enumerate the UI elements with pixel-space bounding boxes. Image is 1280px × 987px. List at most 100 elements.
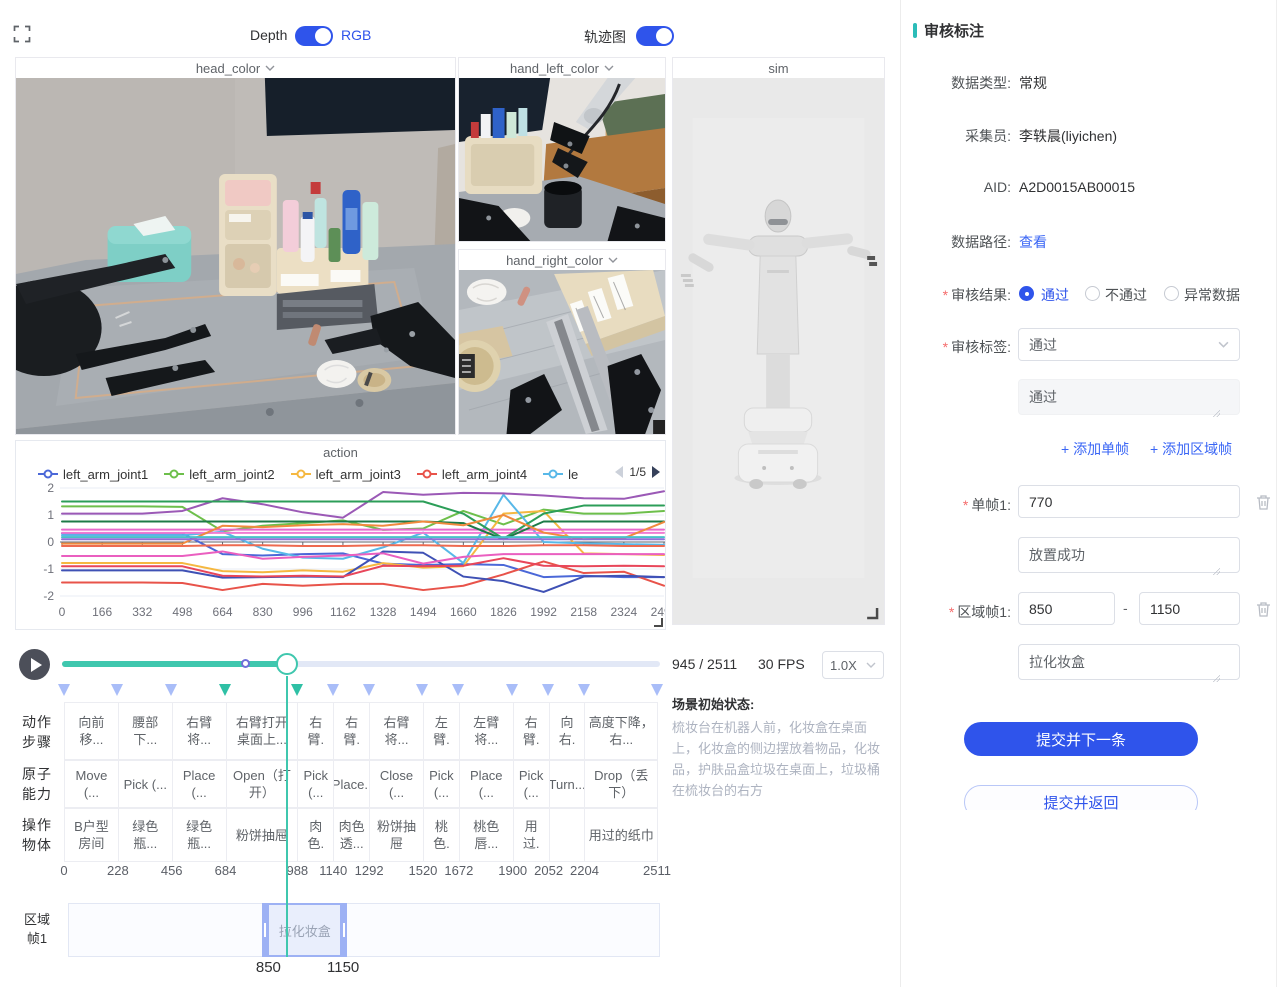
resize-grip-icon[interactable] [1212,409,1220,417]
step-cell[interactable]: 用过. [513,808,550,862]
step-cell[interactable]: 用过的纸巾 [584,808,658,862]
step-cell[interactable]: 右臂. [333,702,370,760]
hand-left-camera-title[interactable]: hand_left_color [459,58,665,78]
playhead-line[interactable] [286,676,288,957]
radio-pass[interactable] [1019,286,1034,301]
step-cell[interactable] [549,808,586,862]
trash-icon[interactable] [1256,494,1271,510]
head-camera-panel: head_color [15,57,456,435]
step-cell[interactable]: 右臂将... [369,702,424,760]
fullscreen-icon[interactable] [13,25,31,43]
step-cell[interactable]: 向右. [549,702,586,760]
step-cell[interactable]: 绿色瓶... [118,808,173,862]
depth-rgb-toggle[interactable] [295,26,333,46]
timeline-marker[interactable] [542,684,554,696]
svg-text:996: 996 [293,605,313,619]
progress-handle[interactable] [276,653,298,675]
play-button[interactable] [19,649,50,680]
step-cell[interactable]: Pick (... [118,760,173,808]
timeline-marker[interactable] [111,684,123,696]
step-cell[interactable]: Turn... [549,760,586,808]
step-cell[interactable]: 桃色唇... [459,808,514,862]
data-path-view-link[interactable]: 查看 [1019,232,1047,252]
timeline-marker[interactable] [363,684,375,696]
resize-grip-icon[interactable] [1212,567,1220,575]
radio-pass-label[interactable]: 通过 [1041,285,1069,305]
data-type-label: 数据类型: [901,73,1011,93]
panel-resize-handle[interactable] [652,616,664,628]
step-cell[interactable]: Close (... [369,760,424,808]
toggle-knob [315,28,331,44]
timeline-marker[interactable] [416,684,428,696]
radio-fail-label[interactable]: 不通过 [1105,285,1147,305]
tag-select[interactable]: 通过 [1018,328,1240,361]
step-cell[interactable]: Drop（丢下） [584,760,658,808]
resize-grip-icon[interactable] [1212,674,1220,682]
step-cell[interactable]: 桃色. [423,808,460,862]
chevron-down-icon [604,65,614,71]
add-single-frame-link[interactable]: + 添加单帧 [1061,439,1129,459]
step-cell[interactable]: Move (... [64,760,119,808]
step-cell[interactable]: 向前移... [64,702,119,760]
timeline-axis-label: 1140 [319,863,347,878]
action-line-chart[interactable]: 210-1-2016633249866483099611621328149416… [16,441,665,629]
trajectory-toggle[interactable] [636,26,674,46]
svg-text:166: 166 [92,605,112,619]
speed-select[interactable]: 1.0X [822,651,884,679]
region-end-input[interactable] [1139,592,1240,625]
step-cell[interactable]: 高度下降，右... [584,702,658,760]
add-region-frame-link[interactable]: + 添加区域帧 [1150,439,1232,459]
radio-abnormal[interactable] [1164,286,1179,301]
timeline-marker[interactable] [506,684,518,696]
tag-note-textarea[interactable]: 通过 [1018,379,1240,415]
radio-fail[interactable] [1085,286,1100,301]
region-start-input[interactable] [1018,592,1115,625]
step-cell[interactable]: B户型房间 [64,808,119,862]
timeline-marker[interactable] [219,684,231,696]
step-cell[interactable]: 肉色. [297,808,334,862]
step-cell[interactable]: Place.. [333,760,370,808]
step-cell[interactable]: 左臂将... [459,702,514,760]
progress-slider[interactable] [62,661,660,667]
head-camera-frame [16,78,455,434]
timeline-axis-label: 988 [286,863,308,878]
step-cell[interactable]: Pick (... [297,760,334,808]
scene-initial-state: 场景初始状态: 梳妆台在机器人前，化妆盒在桌面上，化妆盒的侧边摆放着物品，化妆品… [672,694,886,801]
rgb-label: RGB [341,27,371,43]
step-cell[interactable]: Pick (... [513,760,550,808]
timeline-axis-label: 2511 [643,863,671,878]
trajectory-label: 轨迹图 [584,27,626,47]
submit-back-button[interactable]: 提交并返回 [964,785,1198,810]
step-cell[interactable]: 左臂. [423,702,460,760]
single-frame-input[interactable] [1018,485,1240,518]
step-cell[interactable]: 右臂. [513,702,550,760]
step-cell[interactable]: 肉色透... [333,808,370,862]
timeline-marker[interactable] [578,684,590,696]
step-cell[interactable]: 右臂. [297,702,334,760]
step-cell[interactable]: 绿色瓶... [172,808,227,862]
timeline-marker[interactable] [452,684,464,696]
single-frame-note-textarea[interactable]: 放置成功 [1018,537,1240,573]
submit-next-button[interactable]: 提交并下一条 [964,722,1198,756]
timeline-marker[interactable] [327,684,339,696]
timeline-marker[interactable] [165,684,177,696]
scrollbar-track[interactable] [1276,0,1277,987]
step-cell[interactable]: Place (... [172,760,227,808]
radio-abnormal-label[interactable]: 异常数据 [1184,285,1240,305]
region-note-textarea[interactable]: 拉化妆盒 [1018,644,1240,680]
sim-viewport[interactable] [673,78,884,624]
step-cell[interactable]: 腰部下... [118,702,173,760]
region-frame-block[interactable]: 拉化妆盒 [262,903,347,957]
hand-right-camera-title[interactable]: hand_right_color [459,250,665,270]
single-frame-dot[interactable] [241,659,250,668]
head-camera-title[interactable]: head_color [16,58,455,78]
step-cell[interactable]: 右臂将... [172,702,227,760]
step-cell[interactable]: Place (... [459,760,514,808]
timeline-marker[interactable] [58,684,70,696]
step-cell[interactable]: 粉饼抽屉 [369,808,424,862]
timeline-marker[interactable] [651,684,663,696]
timeline-marker[interactable] [291,684,303,696]
trash-icon[interactable] [1256,601,1271,617]
region-frame-track[interactable]: 拉化妆盒 [68,903,660,957]
step-cell[interactable]: Pick (... [423,760,460,808]
